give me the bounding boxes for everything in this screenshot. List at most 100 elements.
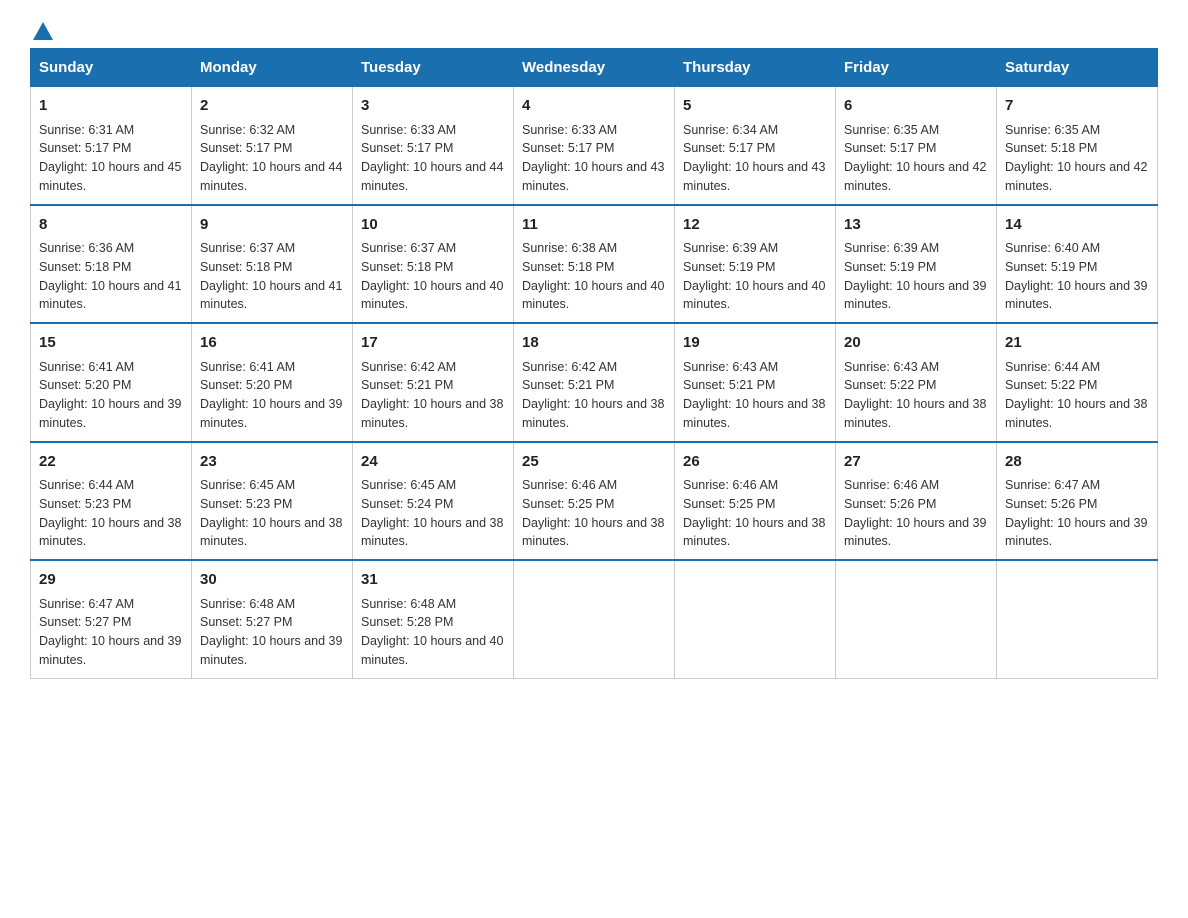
- day-number: 21: [1005, 332, 1149, 355]
- daylight-label: Daylight: 10 hours and 39 minutes.: [200, 397, 342, 430]
- sunrise-label: Sunrise: 6:44 AM: [39, 478, 134, 492]
- sunset-label: Sunset: 5:23 PM: [39, 497, 131, 511]
- daylight-label: Daylight: 10 hours and 38 minutes.: [1005, 397, 1147, 430]
- day-number: 28: [1005, 451, 1149, 474]
- day-number: 31: [361, 569, 505, 592]
- sunrise-label: Sunrise: 6:32 AM: [200, 123, 295, 137]
- sunset-label: Sunset: 5:17 PM: [39, 141, 131, 155]
- calendar-day-cell: 20 Sunrise: 6:43 AM Sunset: 5:22 PM Dayl…: [836, 323, 997, 442]
- day-number: 10: [361, 214, 505, 237]
- calendar-day-cell: 10 Sunrise: 6:37 AM Sunset: 5:18 PM Dayl…: [353, 205, 514, 324]
- weekday-header-wednesday: Wednesday: [514, 49, 675, 87]
- day-number: 30: [200, 569, 344, 592]
- sunrise-label: Sunrise: 6:46 AM: [844, 478, 939, 492]
- day-number: 13: [844, 214, 988, 237]
- daylight-label: Daylight: 10 hours and 44 minutes.: [361, 160, 503, 193]
- daylight-label: Daylight: 10 hours and 39 minutes.: [200, 634, 342, 667]
- sunset-label: Sunset: 5:18 PM: [200, 260, 292, 274]
- sunset-label: Sunset: 5:22 PM: [1005, 378, 1097, 392]
- day-number: 18: [522, 332, 666, 355]
- sunrise-label: Sunrise: 6:44 AM: [1005, 360, 1100, 374]
- sunset-label: Sunset: 5:18 PM: [361, 260, 453, 274]
- day-number: 17: [361, 332, 505, 355]
- sunset-label: Sunset: 5:19 PM: [1005, 260, 1097, 274]
- sunset-label: Sunset: 5:26 PM: [844, 497, 936, 511]
- sunrise-label: Sunrise: 6:43 AM: [844, 360, 939, 374]
- sunset-label: Sunset: 5:23 PM: [200, 497, 292, 511]
- day-number: 24: [361, 451, 505, 474]
- sunset-label: Sunset: 5:17 PM: [522, 141, 614, 155]
- calendar-day-cell: 25 Sunrise: 6:46 AM Sunset: 5:25 PM Dayl…: [514, 442, 675, 561]
- sunset-label: Sunset: 5:21 PM: [361, 378, 453, 392]
- day-number: 19: [683, 332, 827, 355]
- sunrise-label: Sunrise: 6:37 AM: [200, 241, 295, 255]
- calendar-day-cell: 17 Sunrise: 6:42 AM Sunset: 5:21 PM Dayl…: [353, 323, 514, 442]
- sunrise-label: Sunrise: 6:33 AM: [522, 123, 617, 137]
- calendar-day-cell: 16 Sunrise: 6:41 AM Sunset: 5:20 PM Dayl…: [192, 323, 353, 442]
- weekday-header-thursday: Thursday: [675, 49, 836, 87]
- sunset-label: Sunset: 5:21 PM: [683, 378, 775, 392]
- daylight-label: Daylight: 10 hours and 41 minutes.: [200, 279, 342, 312]
- page-header: [30, 20, 1158, 38]
- sunset-label: Sunset: 5:17 PM: [844, 141, 936, 155]
- daylight-label: Daylight: 10 hours and 44 minutes.: [200, 160, 342, 193]
- sunrise-label: Sunrise: 6:39 AM: [683, 241, 778, 255]
- daylight-label: Daylight: 10 hours and 40 minutes.: [683, 279, 825, 312]
- weekday-header-monday: Monday: [192, 49, 353, 87]
- calendar-day-cell: 7 Sunrise: 6:35 AM Sunset: 5:18 PM Dayli…: [997, 87, 1158, 205]
- day-number: 20: [844, 332, 988, 355]
- daylight-label: Daylight: 10 hours and 38 minutes.: [361, 516, 503, 549]
- calendar-day-cell: 28 Sunrise: 6:47 AM Sunset: 5:26 PM Dayl…: [997, 442, 1158, 561]
- calendar-day-cell: 1 Sunrise: 6:31 AM Sunset: 5:17 PM Dayli…: [31, 87, 192, 205]
- daylight-label: Daylight: 10 hours and 38 minutes.: [361, 397, 503, 430]
- sunset-label: Sunset: 5:18 PM: [522, 260, 614, 274]
- daylight-label: Daylight: 10 hours and 45 minutes.: [39, 160, 181, 193]
- sunrise-label: Sunrise: 6:45 AM: [200, 478, 295, 492]
- sunset-label: Sunset: 5:26 PM: [1005, 497, 1097, 511]
- daylight-label: Daylight: 10 hours and 43 minutes.: [522, 160, 664, 193]
- daylight-label: Daylight: 10 hours and 38 minutes.: [683, 516, 825, 549]
- day-number: 6: [844, 95, 988, 118]
- daylight-label: Daylight: 10 hours and 38 minutes.: [522, 516, 664, 549]
- day-number: 23: [200, 451, 344, 474]
- day-number: 2: [200, 95, 344, 118]
- sunrise-label: Sunrise: 6:31 AM: [39, 123, 134, 137]
- sunset-label: Sunset: 5:24 PM: [361, 497, 453, 511]
- day-number: 8: [39, 214, 183, 237]
- calendar-week-row: 29 Sunrise: 6:47 AM Sunset: 5:27 PM Dayl…: [31, 560, 1158, 678]
- day-number: 16: [200, 332, 344, 355]
- daylight-label: Daylight: 10 hours and 40 minutes.: [522, 279, 664, 312]
- daylight-label: Daylight: 10 hours and 41 minutes.: [39, 279, 181, 312]
- weekday-header-saturday: Saturday: [997, 49, 1158, 87]
- calendar-day-cell: 31 Sunrise: 6:48 AM Sunset: 5:28 PM Dayl…: [353, 560, 514, 678]
- sunset-label: Sunset: 5:19 PM: [683, 260, 775, 274]
- sunset-label: Sunset: 5:18 PM: [39, 260, 131, 274]
- calendar-day-cell: 29 Sunrise: 6:47 AM Sunset: 5:27 PM Dayl…: [31, 560, 192, 678]
- weekday-header-sunday: Sunday: [31, 49, 192, 87]
- sunrise-label: Sunrise: 6:42 AM: [522, 360, 617, 374]
- calendar-day-cell: 11 Sunrise: 6:38 AM Sunset: 5:18 PM Dayl…: [514, 205, 675, 324]
- sunrise-label: Sunrise: 6:45 AM: [361, 478, 456, 492]
- sunset-label: Sunset: 5:19 PM: [844, 260, 936, 274]
- day-number: 15: [39, 332, 183, 355]
- calendar-day-cell: 30 Sunrise: 6:48 AM Sunset: 5:27 PM Dayl…: [192, 560, 353, 678]
- logo: [30, 20, 53, 38]
- calendar-day-cell: 15 Sunrise: 6:41 AM Sunset: 5:20 PM Dayl…: [31, 323, 192, 442]
- day-number: 5: [683, 95, 827, 118]
- day-number: 29: [39, 569, 183, 592]
- sunset-label: Sunset: 5:17 PM: [361, 141, 453, 155]
- daylight-label: Daylight: 10 hours and 40 minutes.: [361, 634, 503, 667]
- sunrise-label: Sunrise: 6:48 AM: [200, 597, 295, 611]
- calendar-table: SundayMondayTuesdayWednesdayThursdayFrid…: [30, 48, 1158, 679]
- calendar-day-cell: 19 Sunrise: 6:43 AM Sunset: 5:21 PM Dayl…: [675, 323, 836, 442]
- daylight-label: Daylight: 10 hours and 38 minutes.: [39, 516, 181, 549]
- calendar-day-cell: 14 Sunrise: 6:40 AM Sunset: 5:19 PM Dayl…: [997, 205, 1158, 324]
- calendar-week-row: 8 Sunrise: 6:36 AM Sunset: 5:18 PM Dayli…: [31, 205, 1158, 324]
- calendar-day-cell: 5 Sunrise: 6:34 AM Sunset: 5:17 PM Dayli…: [675, 87, 836, 205]
- day-number: 26: [683, 451, 827, 474]
- sunrise-label: Sunrise: 6:37 AM: [361, 241, 456, 255]
- weekday-header-friday: Friday: [836, 49, 997, 87]
- calendar-day-cell: 9 Sunrise: 6:37 AM Sunset: 5:18 PM Dayli…: [192, 205, 353, 324]
- sunrise-label: Sunrise: 6:46 AM: [522, 478, 617, 492]
- calendar-day-cell: 13 Sunrise: 6:39 AM Sunset: 5:19 PM Dayl…: [836, 205, 997, 324]
